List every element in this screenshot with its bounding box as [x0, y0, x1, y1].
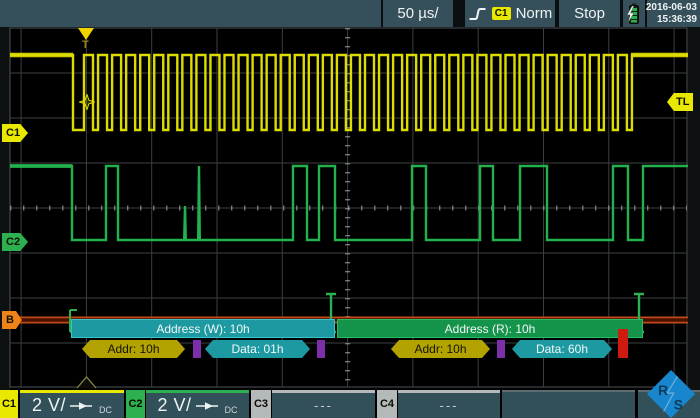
top-status-bar: 50 µs/ C1 Norm Stop 2016-06-03 — [0, 0, 700, 27]
oscilloscope-screen: 50 µs/ C1 Norm Stop 2016-06-03 — [0, 0, 700, 418]
channel-settings-bar: C1 2 V/ DC C2 2 V/ DC C3 --- C4 --- — [0, 390, 700, 418]
bus-token-data: Data: 01h — [205, 340, 310, 358]
settings-bar-empty-1 — [502, 390, 635, 418]
rohde-schwarz-logo: R S — [645, 370, 697, 418]
channel2-coupling: DC — [225, 405, 238, 415]
trigger-settings-button[interactable]: C1 Norm — [465, 0, 555, 27]
channel2-label[interactable]: C2 — [126, 390, 145, 418]
bus-ack-marker — [317, 340, 325, 358]
channel1-settings-button[interactable]: 2 V/ DC — [20, 390, 124, 418]
battery-charging-icon — [624, 2, 644, 26]
channel1-scale: 2 V/ — [32, 395, 66, 416]
run-status-label: Stop — [574, 5, 605, 22]
topbar-empty-area — [0, 0, 381, 27]
channel2-marker-label: C2 — [6, 236, 20, 248]
timebase-button[interactable]: 50 µs/ — [383, 0, 453, 27]
waveform-display-area[interactable]: T C1 C2 B TL Address (W): 10hAddress (R)… — [0, 27, 700, 390]
channel3-value: --- — [314, 398, 333, 413]
trigger-mode-label: Norm — [516, 5, 553, 22]
bus-frame-read: Address (R): 10h — [337, 319, 643, 338]
datetime-display: 2016-06-03 15:36:39 — [647, 0, 700, 27]
probe-icon — [70, 401, 94, 411]
bus-token-addr: Addr: 10h — [82, 340, 185, 358]
battery-status — [623, 0, 645, 27]
trigger-source-badge: C1 — [492, 7, 511, 20]
channel3-settings-button[interactable]: --- — [272, 390, 375, 418]
channel4-label[interactable]: C4 — [377, 390, 397, 418]
channel3-label[interactable]: C3 — [251, 390, 271, 418]
trigger-point-icon — [79, 94, 95, 110]
rising-edge-icon — [468, 5, 487, 23]
channel1-coupling: DC — [99, 405, 112, 415]
bus-ack-marker — [193, 340, 201, 358]
bus-marker-label: B — [6, 314, 14, 326]
timebase-value: 50 µs/ — [397, 5, 438, 22]
channel2-scale: 2 V/ — [157, 395, 191, 416]
trigger-time-label: T — [82, 39, 89, 51]
channel1-offset-indicator — [76, 375, 98, 389]
probe-icon — [196, 401, 220, 411]
channel2-settings-button[interactable]: 2 V/ DC — [146, 390, 249, 418]
bus-frame-write: Address (W): 10h — [71, 319, 335, 338]
bus-ack-marker — [497, 340, 505, 358]
date-label: 2016-06-03 — [646, 2, 697, 14]
trigger-level-label: TL — [676, 96, 689, 108]
bus-nack-marker — [618, 329, 628, 358]
svg-text:R: R — [658, 382, 668, 398]
channel1-marker-label: C1 — [6, 127, 20, 139]
svg-text:S: S — [674, 397, 683, 413]
bus-token-addr: Addr: 10h — [391, 340, 490, 358]
bus-token-data: Data: 60h — [512, 340, 612, 358]
channel4-value: --- — [440, 398, 459, 413]
channel4-settings-button[interactable]: --- — [398, 390, 500, 418]
time-label: 15:36:39 — [657, 14, 697, 26]
channel1-label[interactable]: C1 — [0, 390, 18, 418]
run-stop-button[interactable]: Stop — [559, 0, 620, 27]
